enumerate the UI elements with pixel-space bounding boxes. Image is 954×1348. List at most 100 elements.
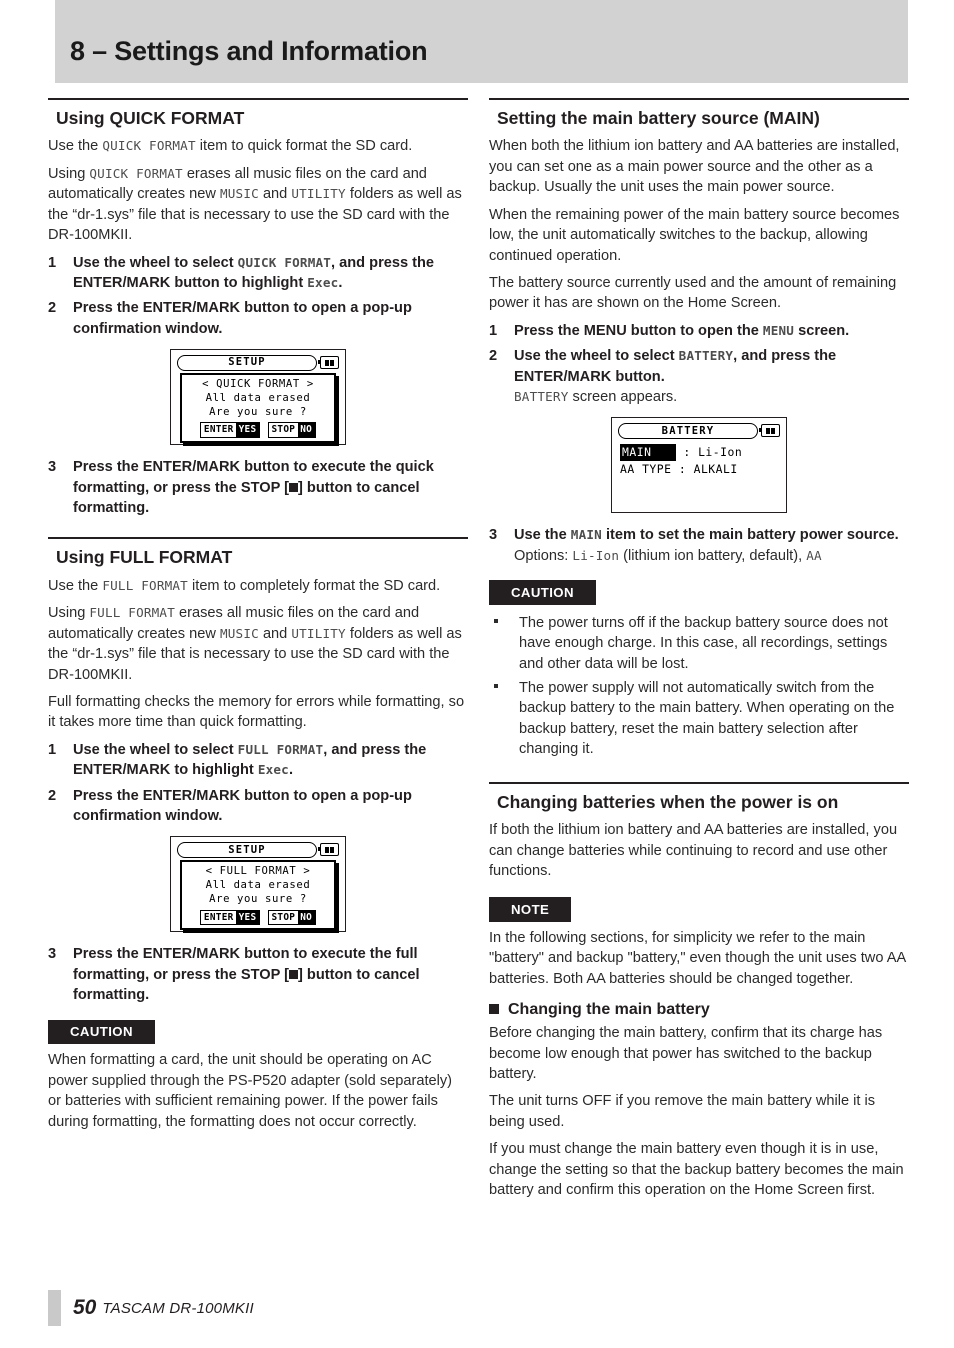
step-text: Use the MAIN item to set the main batter… bbox=[514, 525, 909, 566]
caution-tag: CAUTION bbox=[489, 580, 596, 605]
lcd-row-value: : ALKALI bbox=[678, 461, 738, 476]
bullet-marker bbox=[489, 678, 519, 760]
step-item: 3 Press the ENTER/MARK button to execute… bbox=[48, 457, 468, 518]
right-column: Setting the main battery source (MAIN) W… bbox=[489, 98, 909, 1208]
lcd-figure-quick-format: SETUP < QUICK FORMAT > All data erased A… bbox=[48, 349, 468, 446]
step-number: 2 bbox=[48, 787, 57, 804]
lcd-screen: BATTERY MAIN : Li-Ion AA TYPE : ALKALI bbox=[611, 417, 787, 514]
lcd-line: < FULL FORMAT > bbox=[205, 865, 311, 878]
mono-main: MAIN bbox=[570, 527, 602, 543]
mono-quick-format: QUICK FORMAT bbox=[237, 254, 332, 270]
bullet-square-icon bbox=[489, 1004, 499, 1015]
step-text: Use the wheel to select FULL FORMAT, and… bbox=[73, 740, 468, 781]
step-item: 3 Use the MAIN item to set the main batt… bbox=[489, 525, 909, 566]
battery-icon bbox=[317, 843, 339, 857]
lcd-title-bar: SETUP bbox=[177, 354, 339, 371]
lcd-stop-no-button: STOP NO bbox=[267, 909, 316, 926]
step-text: Press the ENTER/MARK button to execute t… bbox=[73, 457, 468, 518]
lcd-title-bar: BATTERY bbox=[618, 422, 780, 439]
changing-batteries-paragraph-3: The unit turns OFF if you remove the mai… bbox=[489, 1093, 876, 1130]
step-item: 3 Press the ENTER/MARK button to execute… bbox=[48, 944, 468, 1005]
step-text: Press the ENTER/MARK button to open a po… bbox=[73, 300, 412, 337]
lcd-button-row: ENTER YES STOP NO bbox=[184, 422, 332, 438]
left-column: Using QUICK FORMAT Use the QUICK FORMAT … bbox=[48, 98, 468, 1139]
text-fragment: Use the bbox=[514, 527, 571, 544]
step-number: 1 bbox=[489, 322, 498, 339]
mono-utility: UTILITY bbox=[291, 625, 346, 641]
text-fragment: and bbox=[258, 625, 292, 642]
mono-quick-format: QUICK FORMAT bbox=[102, 138, 196, 154]
main-battery-paragraph-1: When both the lithium ion battery and AA… bbox=[489, 138, 900, 196]
changing-batteries-paragraph-1: If both the lithium ion battery and AA b… bbox=[489, 822, 898, 879]
lcd-button-value: YES bbox=[236, 423, 259, 437]
mono-utility: UTILITY bbox=[291, 186, 346, 202]
lcd-menu-row-main: MAIN : Li-Ion bbox=[620, 444, 778, 461]
lcd-enter-yes-button: ENTER YES bbox=[200, 909, 260, 926]
text-fragment: item to completely format the SD card. bbox=[187, 577, 441, 594]
lcd-button-key: STOP bbox=[268, 910, 298, 925]
list-item: The power supply will not automatically … bbox=[489, 678, 909, 760]
step-number: 3 bbox=[48, 946, 57, 963]
subsection-heading-changing-main-battery: Changing the main battery bbox=[489, 1001, 909, 1019]
lcd-popup: < QUICK FORMAT > All data erased Are you… bbox=[180, 373, 336, 443]
step-item: 2 Press the ENTER/MARK button to open a … bbox=[48, 786, 468, 827]
step-text: Press the MENU button to open the MENU s… bbox=[514, 321, 909, 341]
caution-bullet-list: The power turns off if the backup batter… bbox=[489, 613, 909, 760]
bullet-marker bbox=[489, 613, 519, 674]
mono-music: MUSIC bbox=[219, 625, 259, 641]
step-item: 2 Use the wheel to select BATTERY, and p… bbox=[489, 346, 909, 407]
lcd-menu-rows: MAIN : Li-Ion AA TYPE : ALKALI bbox=[618, 441, 780, 477]
main-battery-paragraph-2: When the remaining power of the main bat… bbox=[489, 206, 900, 264]
stop-square-icon bbox=[288, 483, 298, 493]
full-format-paragraph-3: Full formatting checks the memory for er… bbox=[48, 693, 465, 731]
section-heading-main-battery: Setting the main battery source (MAIN) bbox=[489, 98, 909, 133]
lcd-stop-no-button: STOP NO bbox=[267, 422, 316, 438]
step-text: Use the wheel to select BATTERY, and pre… bbox=[514, 346, 909, 407]
changing-batteries-paragraph-2: Before changing the main battery, confir… bbox=[489, 1025, 883, 1083]
battery-icon bbox=[317, 356, 339, 370]
lcd-menu-row-aa-type: AA TYPE : ALKALI bbox=[620, 461, 778, 478]
step-number: 2 bbox=[489, 348, 498, 365]
full-format-paragraph-1: Use the FULL FORMAT item to completely f… bbox=[48, 576, 468, 596]
lcd-line: Are you sure ? bbox=[209, 893, 307, 906]
mono-full-format: FULL FORMAT bbox=[237, 741, 324, 757]
list-item: The power turns off if the backup batter… bbox=[489, 613, 909, 674]
footer-accent-bar bbox=[48, 1290, 61, 1326]
battery-icon bbox=[758, 424, 780, 438]
mono-battery: BATTERY bbox=[678, 348, 734, 364]
lcd-button-value: YES bbox=[236, 910, 259, 925]
lcd-title: SETUP bbox=[177, 354, 317, 371]
footer-product-name: TASCAM DR-100MKII bbox=[102, 1299, 254, 1317]
text-fragment: screen appears. bbox=[568, 389, 678, 406]
lcd-popup: < FULL FORMAT > All data erased Are you … bbox=[180, 860, 336, 931]
lcd-title: SETUP bbox=[177, 841, 317, 858]
step-number: 2 bbox=[48, 300, 57, 317]
quick-format-paragraph-1: Use the QUICK FORMAT item to quick forma… bbox=[48, 136, 468, 156]
text-fragment: . bbox=[288, 762, 294, 779]
step-number: 1 bbox=[48, 741, 57, 758]
section-heading-full-format: Using FULL FORMAT bbox=[48, 537, 468, 572]
lcd-line: Are you sure ? bbox=[209, 405, 307, 418]
lcd-line: < QUICK FORMAT > bbox=[202, 378, 314, 391]
note-text: In the following sections, for simplicit… bbox=[489, 929, 906, 987]
mono-music: MUSIC bbox=[219, 186, 259, 202]
main-battery-paragraph-3: The battery source currently used and th… bbox=[489, 274, 897, 312]
caution-tag: CAUTION bbox=[48, 1019, 155, 1045]
lcd-button-key: ENTER bbox=[201, 423, 237, 437]
lcd-button-value: NO bbox=[297, 423, 315, 437]
text-fragment: Use the wheel to select bbox=[73, 254, 238, 271]
chapter-title: 8 – Settings and Information bbox=[70, 36, 428, 66]
lcd-row-value: : Li-Ion bbox=[683, 445, 743, 460]
lcd-screen: SETUP < FULL FORMAT > All data erased Ar… bbox=[170, 836, 346, 933]
quick-format-paragraph-2: Using QUICK FORMAT erases all music file… bbox=[48, 164, 468, 246]
lcd-row-label: AA TYPE bbox=[620, 461, 672, 476]
text-fragment: Press the MENU button to open the bbox=[514, 322, 763, 339]
text-fragment: Use the wheel to select bbox=[73, 741, 238, 758]
lcd-title-bar: SETUP bbox=[177, 841, 339, 858]
step-number: 3 bbox=[48, 459, 57, 476]
options-label: Options: bbox=[514, 547, 573, 564]
step-text: Press the ENTER/MARK button to execute t… bbox=[73, 944, 468, 1005]
mono-battery: BATTERY bbox=[514, 389, 569, 405]
